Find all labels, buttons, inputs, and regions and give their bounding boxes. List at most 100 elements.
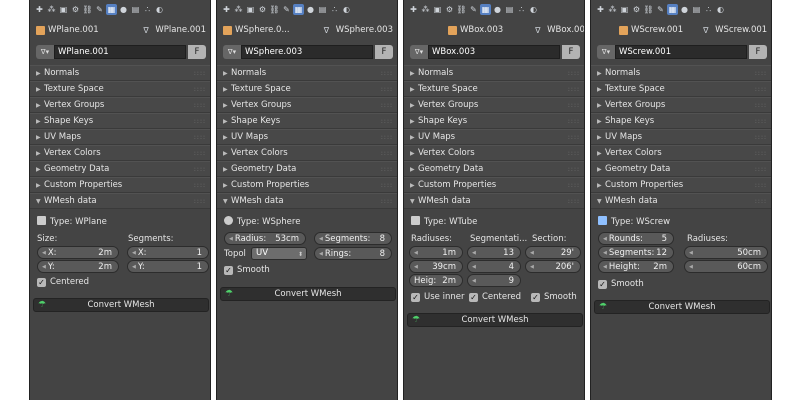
- convert-wmesh-button[interactable]: ☂ Convert WMesh: [33, 298, 209, 312]
- mesh-data-tab-icon[interactable]: ▦: [293, 3, 304, 15]
- constraint-tab-icon[interactable]: ⛓: [269, 4, 280, 15]
- mesh-data-tab-icon[interactable]: ▦: [480, 3, 491, 15]
- grip-icon[interactable]: ::::: [568, 118, 580, 125]
- section-shape-keys[interactable]: ▶ Shape Keys::::: [30, 113, 210, 129]
- section-uv-maps[interactable]: ▶ UV Maps::::: [217, 129, 397, 145]
- constraint-tab-icon[interactable]: ⛓: [456, 4, 467, 15]
- section-shape-keys[interactable]: ▶ Shape Keys::::: [591, 113, 771, 129]
- section-uv-maps[interactable]: ▶ UV Maps::::: [30, 129, 210, 145]
- fake-user-button[interactable]: F: [375, 45, 393, 59]
- material-tab-icon[interactable]: ●: [679, 4, 690, 15]
- mesh-name-field[interactable]: WBox.003: [428, 45, 560, 59]
- smooth-checkbox[interactable]: ✓ Smooth: [531, 292, 577, 302]
- section-vertex-groups[interactable]: ▶ Vertex Groups::::: [591, 97, 771, 113]
- texture-tab-icon[interactable]: ▤: [504, 4, 515, 15]
- grip-icon[interactable]: ::::: [568, 150, 580, 157]
- wrench-tab-icon[interactable]: ✎: [655, 4, 666, 15]
- section-normals[interactable]: ▶ Normals::::: [404, 65, 584, 81]
- section-vertex-colors[interactable]: ▶ Vertex Colors::::: [30, 145, 210, 161]
- mesh-browse-icon[interactable]: ∇▾: [597, 45, 615, 59]
- segmentation-2-field[interactable]: ◀ 4: [467, 260, 521, 273]
- section-custom-properties[interactable]: ▶ Custom Properties::::: [404, 177, 584, 193]
- modifier-tab-icon[interactable]: ⚙: [70, 4, 81, 15]
- scene-icon[interactable]: ⁂: [233, 4, 244, 15]
- grip-icon[interactable]: ::::: [194, 166, 206, 173]
- grip-icon[interactable]: ::::: [381, 134, 393, 141]
- section-normals[interactable]: ▶ Normals::::: [30, 65, 210, 81]
- constraint-tab-icon[interactable]: ⛓: [643, 4, 654, 15]
- section-geometry-data[interactable]: ▶ Geometry Data::::: [30, 161, 210, 177]
- physics-tab-icon[interactable]: ◐: [715, 4, 726, 15]
- cube-tab-icon[interactable]: ▣: [58, 4, 69, 15]
- size-y-field[interactable]: ◀ Y: 2m: [37, 260, 119, 273]
- grip-icon[interactable]: ::::: [755, 198, 767, 205]
- cube-tab-icon[interactable]: ▣: [619, 4, 630, 15]
- breadcrumb-object[interactable]: WScrew.001: [619, 25, 683, 35]
- breadcrumb-object[interactable]: WBox.003: [448, 25, 503, 35]
- grip-icon[interactable]: ::::: [755, 166, 767, 173]
- particles-tab-icon[interactable]: ∴: [703, 4, 714, 15]
- rounds-field[interactable]: ◀ Rounds: 5: [598, 232, 674, 245]
- grip-icon[interactable]: ::::: [194, 150, 206, 157]
- pin-icon[interactable]: ✚: [408, 4, 419, 15]
- section-geometry-data[interactable]: ▶ Geometry Data::::: [217, 161, 397, 177]
- mesh-name-field[interactable]: WScrew.001: [615, 45, 747, 59]
- centered-checkbox[interactable]: ✓ Centered: [37, 277, 89, 287]
- section-2-field[interactable]: ◀ 206': [525, 260, 581, 273]
- radius-1-field[interactable]: ◀ 1m: [409, 246, 463, 259]
- height-field[interactable]: Heig: 2m: [409, 274, 463, 287]
- section-custom-properties[interactable]: ▶ Custom Properties::::: [591, 177, 771, 193]
- wrench-tab-icon[interactable]: ✎: [281, 4, 292, 15]
- grip-icon[interactable]: ::::: [381, 70, 393, 77]
- section-vertex-colors[interactable]: ▶ Vertex Colors::::: [217, 145, 397, 161]
- wrench-tab-icon[interactable]: ✎: [94, 4, 105, 15]
- segments-y-field[interactable]: ◀ Y: 1: [127, 260, 209, 273]
- grip-icon[interactable]: ::::: [194, 70, 206, 77]
- grip-icon[interactable]: ::::: [755, 182, 767, 189]
- physics-tab-icon[interactable]: ◐: [528, 4, 539, 15]
- breadcrumb-mesh[interactable]: ∇ WSphere.003: [324, 25, 393, 35]
- grip-icon[interactable]: ::::: [381, 102, 393, 109]
- section-vertex-groups[interactable]: ▶ Vertex Groups::::: [404, 97, 584, 113]
- pin-icon[interactable]: ✚: [221, 4, 232, 15]
- fake-user-button[interactable]: F: [188, 45, 206, 59]
- radius-2-field[interactable]: ◀ 39cm: [409, 260, 463, 273]
- smooth-checkbox[interactable]: ✓ Smooth: [598, 279, 644, 289]
- fake-user-button[interactable]: F: [562, 45, 580, 59]
- constraint-tab-icon[interactable]: ⛓: [82, 4, 93, 15]
- grip-icon[interactable]: ::::: [381, 150, 393, 157]
- grip-icon[interactable]: ::::: [755, 118, 767, 125]
- scene-icon[interactable]: ⁂: [607, 4, 618, 15]
- grip-icon[interactable]: ::::: [568, 166, 580, 173]
- section-geometry-data[interactable]: ▶ Geometry Data::::: [404, 161, 584, 177]
- topology-select[interactable]: UV ⬍: [251, 247, 307, 260]
- grip-icon[interactable]: ::::: [194, 182, 206, 189]
- fake-user-button[interactable]: F: [749, 45, 767, 59]
- cube-tab-icon[interactable]: ▣: [245, 4, 256, 15]
- scene-icon[interactable]: ⁂: [420, 4, 431, 15]
- scene-icon[interactable]: ⁂: [46, 4, 57, 15]
- breadcrumb-mesh[interactable]: ∇WBox.003: [535, 25, 584, 35]
- section-wmesh-data[interactable]: ▼ WMesh data::::: [217, 193, 397, 209]
- material-tab-icon[interactable]: ●: [305, 4, 316, 15]
- particles-tab-icon[interactable]: ∴: [516, 4, 527, 15]
- grip-icon[interactable]: ::::: [568, 102, 580, 109]
- grip-icon[interactable]: ::::: [381, 86, 393, 93]
- section-normals[interactable]: ▶ Normals::::: [217, 65, 397, 81]
- section-wmesh-data[interactable]: ▼ WMesh data::::: [404, 193, 584, 209]
- section-wmesh-data[interactable]: ▼ WMesh data::::: [30, 193, 210, 209]
- grip-icon[interactable]: ::::: [568, 198, 580, 205]
- grip-icon[interactable]: ::::: [755, 86, 767, 93]
- section-custom-properties[interactable]: ▶ Custom Properties::::: [30, 177, 210, 193]
- segments-field[interactable]: ◀ Segments: 8: [314, 232, 392, 245]
- mesh-name-field[interactable]: WSphere.003: [241, 45, 373, 59]
- texture-tab-icon[interactable]: ▤: [317, 4, 328, 15]
- radius-2-field[interactable]: ◀ 60cm: [684, 260, 768, 273]
- grip-icon[interactable]: ::::: [568, 182, 580, 189]
- mesh-data-tab-icon[interactable]: ▦: [667, 3, 678, 15]
- section-1-field[interactable]: ◀ 29': [525, 246, 581, 259]
- section-normals[interactable]: ▶ Normals::::: [591, 65, 771, 81]
- section-shape-keys[interactable]: ▶ Shape Keys::::: [217, 113, 397, 129]
- pin-icon[interactable]: ✚: [34, 4, 45, 15]
- grip-icon[interactable]: ::::: [755, 102, 767, 109]
